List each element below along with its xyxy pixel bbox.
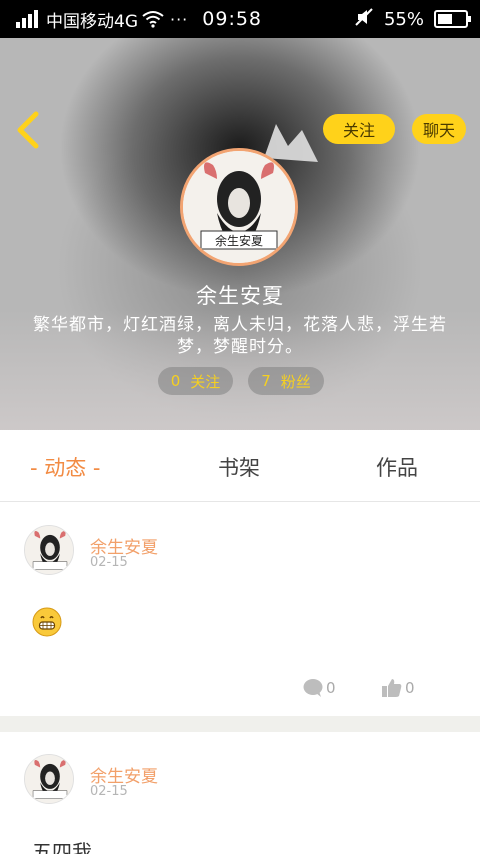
battery-icon bbox=[434, 10, 471, 28]
grinning-face-icon bbox=[32, 607, 62, 637]
back-button[interactable] bbox=[12, 110, 46, 150]
profile-header: 关注 聊天 余生安夏 余生安夏 繁华都市，灯红酒绿，离人未归，花落人悲，浮生若梦… bbox=[0, 38, 480, 430]
tab-bookshelf[interactable]: 书架 bbox=[218, 452, 260, 482]
profile-username: 余生安夏 bbox=[196, 284, 284, 308]
fans-count-button[interactable]: 7 粉丝 bbox=[248, 367, 324, 395]
chat-button[interactable]: 聊天 bbox=[412, 114, 466, 144]
signal-icon bbox=[16, 10, 38, 28]
feed-post[interactable]: 余生安夏 02-15 0 0 bbox=[0, 503, 480, 716]
battery-percent: 55% bbox=[383, 8, 424, 30]
profile-bio: 繁华都市，灯红酒绿，离人未归，花落人悲，浮生若梦，梦醒时分。 bbox=[33, 315, 447, 357]
like-button[interactable]: 0 bbox=[381, 678, 415, 698]
wifi-icon bbox=[142, 10, 164, 28]
carrier-name: 中国移动4G bbox=[46, 11, 138, 32]
tab-works[interactable]: 作品 bbox=[376, 452, 418, 482]
svg-text:余生安夏: 余生安夏 bbox=[215, 233, 263, 248]
follow-button[interactable]: 关注 bbox=[323, 114, 395, 144]
avatar-image bbox=[25, 526, 73, 574]
following-count: 0 bbox=[170, 372, 181, 390]
feed-post[interactable]: 余生安夏 02-15 五四我 bbox=[0, 732, 480, 854]
chevron-left-icon bbox=[17, 111, 39, 149]
avatar-image: 余生安夏 bbox=[183, 151, 295, 263]
mute-icon bbox=[354, 7, 374, 32]
post-avatar[interactable] bbox=[24, 525, 74, 575]
profile-tabs: - 动态 - 书架 作品 bbox=[0, 430, 480, 502]
post-avatar[interactable] bbox=[24, 754, 74, 804]
profile-avatar[interactable]: 余生安夏 bbox=[180, 148, 298, 266]
like-count: 0 bbox=[405, 679, 415, 697]
thumbs-up-icon bbox=[382, 679, 402, 697]
fans-label: 粉丝 bbox=[280, 372, 311, 391]
comment-button[interactable]: 0 bbox=[302, 678, 336, 698]
fans-count: 7 bbox=[261, 372, 271, 390]
avatar-image bbox=[25, 755, 73, 803]
clock: 09:58 bbox=[202, 8, 263, 30]
tab-dynamics[interactable]: - 动态 - bbox=[30, 452, 101, 482]
following-count-button[interactable]: 0 关注 bbox=[158, 367, 233, 395]
post-date: 02-15 bbox=[90, 784, 128, 799]
post-divider bbox=[0, 716, 480, 732]
comment-icon bbox=[303, 679, 323, 697]
comment-count: 0 bbox=[326, 679, 336, 697]
status-bar: 中国移动4G ··· 09:58 55% bbox=[0, 0, 480, 38]
post-text: 五四我 bbox=[32, 840, 92, 854]
more-notifications-icon: ··· bbox=[170, 9, 189, 29]
following-label: 关注 bbox=[190, 372, 221, 391]
post-date: 02-15 bbox=[90, 555, 128, 570]
